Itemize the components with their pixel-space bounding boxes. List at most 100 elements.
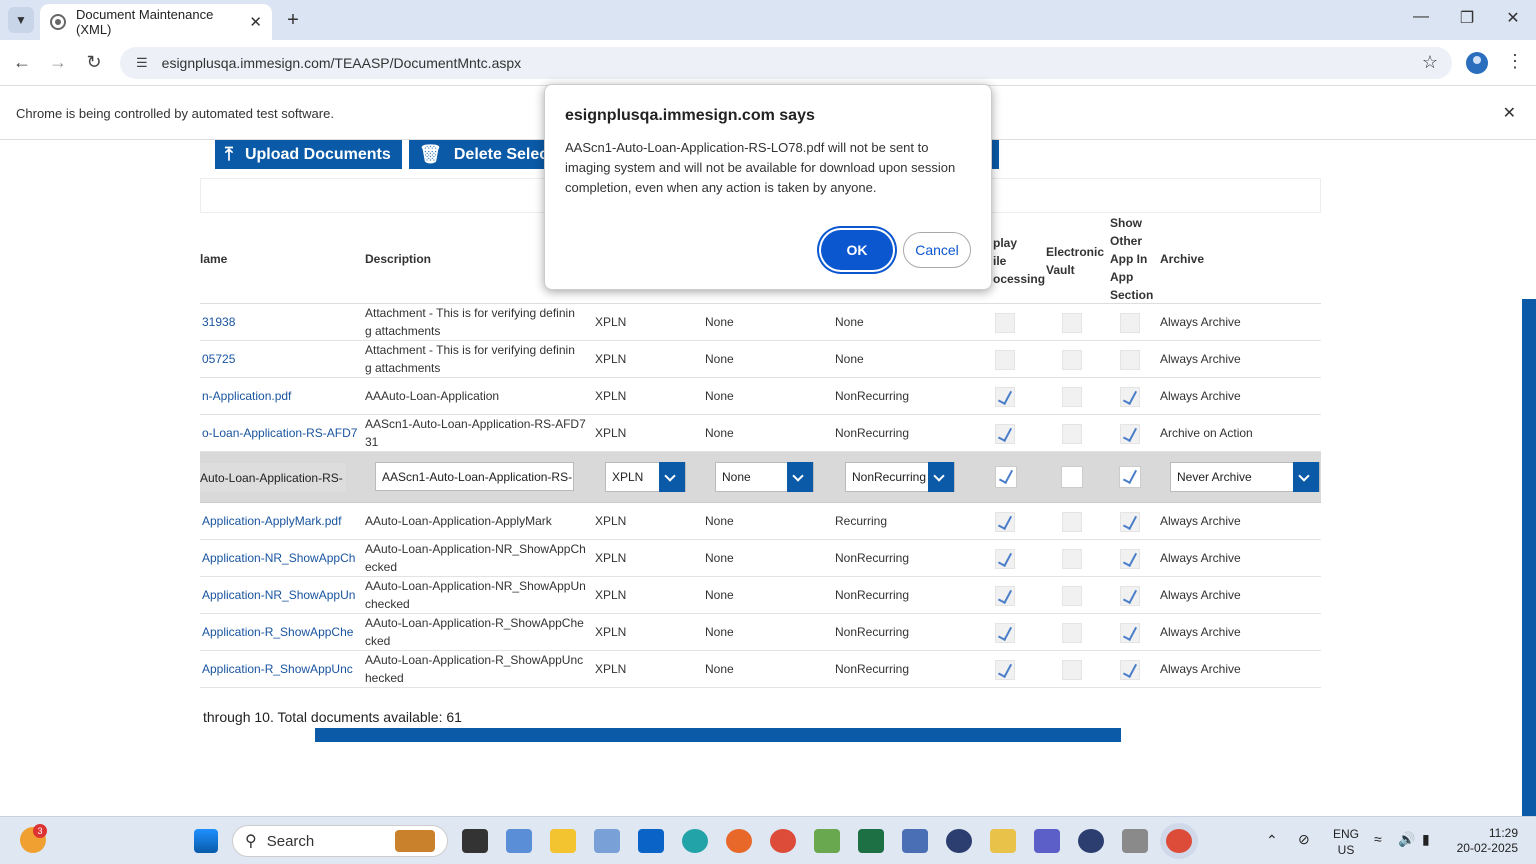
- horizontal-scrollbar[interactable]: [315, 728, 1121, 742]
- table-row[interactable]: Application-R_ShowAppUnc AAuto-Loan-Appli…: [200, 651, 1321, 688]
- vault-checkbox[interactable]: [1062, 660, 1082, 680]
- display-checkbox[interactable]: [995, 586, 1015, 606]
- vault-checkbox[interactable]: [1062, 623, 1082, 643]
- table-row[interactable]: Application-ApplyMark.pdf AAuto-Loan-Appl…: [200, 503, 1321, 540]
- clock[interactable]: 11:29 20-02-2025: [1452, 826, 1518, 856]
- vault-checkbox[interactable]: [1062, 350, 1082, 370]
- display-checkbox[interactable]: [995, 623, 1015, 643]
- header-electronic-vault[interactable]: Electronic Vault: [1046, 243, 1104, 279]
- show-app-checkbox[interactable]: [1119, 466, 1141, 488]
- table-row[interactable]: Application-R_ShowAppChe AAuto-Loan-Appli…: [200, 614, 1321, 651]
- display-checkbox[interactable]: [995, 387, 1015, 407]
- table-row[interactable]: 31938 Attachment - This is for verifying …: [200, 304, 1321, 341]
- chevron-down-icon[interactable]: [1293, 462, 1319, 492]
- vault-checkbox[interactable]: [1062, 313, 1082, 333]
- chevron-down-icon[interactable]: [928, 462, 954, 492]
- reload-button[interactable]: ↻: [82, 52, 106, 73]
- new-tab-button[interactable]: +: [280, 7, 306, 33]
- table-row[interactable]: Application-NR_ShowAppUn AAuto-Loan-Appli…: [200, 577, 1321, 614]
- close-tab-icon[interactable]: ✕: [249, 13, 262, 31]
- document-name-link[interactable]: Application-R_ShowAppChe: [202, 614, 358, 650]
- table-row[interactable]: 05725 Attachment - This is for verifying …: [200, 341, 1321, 378]
- wifi-icon[interactable]: ≈: [1374, 831, 1382, 847]
- show-app-checkbox[interactable]: [1120, 350, 1140, 370]
- display-checkbox[interactable]: [995, 660, 1015, 680]
- site-info-icon[interactable]: ☰: [136, 55, 148, 71]
- document-name-link[interactable]: Application-NR_ShowAppUn: [202, 577, 358, 613]
- show-app-checkbox[interactable]: [1120, 387, 1140, 407]
- app-icon[interactable]: [1122, 829, 1148, 853]
- header-show-other-app[interactable]: Show Other App In App Section: [1110, 214, 1153, 304]
- show-app-checkbox[interactable]: [1120, 512, 1140, 532]
- start-icon[interactable]: [194, 829, 218, 853]
- vault-checkbox[interactable]: [1062, 424, 1082, 444]
- battery-icon[interactable]: ▮: [1422, 831, 1430, 848]
- browser-tab[interactable]: Document Maintenance (XML) ✕: [40, 4, 272, 40]
- app-icon[interactable]: [814, 829, 840, 853]
- chevron-down-icon[interactable]: [787, 462, 813, 492]
- vault-checkbox[interactable]: [1062, 586, 1082, 606]
- tab-search-button[interactable]: ▼: [8, 7, 34, 33]
- address-bar[interactable]: ☰ esignplusqa.immesign.com/TEAASP/Docume…: [120, 47, 1452, 79]
- vault-checkbox[interactable]: [1062, 512, 1082, 532]
- recurring-select[interactable]: NonRecurring: [845, 462, 955, 492]
- display-checkbox[interactable]: [995, 313, 1015, 333]
- document-name-link[interactable]: o-Loan-Application-RS-AFD7: [202, 415, 358, 451]
- document-name-link[interactable]: 05725: [202, 341, 358, 377]
- header-display[interactable]: play ile ocessing: [993, 234, 1045, 288]
- group-select[interactable]: XPLN: [605, 462, 686, 492]
- show-app-checkbox[interactable]: [1120, 623, 1140, 643]
- upload-documents-button[interactable]: ⤒ Upload Documents: [215, 140, 402, 169]
- bookmark-star-icon[interactable]: ☆: [1422, 52, 1438, 73]
- table-row[interactable]: o-Loan-Application-RS-AFD7 AAScn1-Auto-Lo…: [200, 415, 1321, 452]
- table-row[interactable]: n-Application.pdf AAAuto-Loan-Application…: [200, 378, 1321, 415]
- ma-select[interactable]: None: [715, 462, 814, 492]
- chrome-icon[interactable]: [770, 829, 796, 853]
- show-app-checkbox[interactable]: [1120, 313, 1140, 333]
- cancel-button[interactable]: Cancel: [903, 232, 971, 268]
- document-name-link[interactable]: Application-R_ShowAppUnc: [202, 651, 358, 687]
- task-view-icon[interactable]: [462, 829, 488, 853]
- back-button[interactable]: ←: [10, 52, 34, 73]
- forward-button[interactable]: →: [46, 52, 70, 73]
- tools-icon[interactable]: [990, 829, 1016, 853]
- infobar-close-icon[interactable]: ✕: [1503, 103, 1516, 123]
- file-explorer-icon[interactable]: [550, 829, 576, 853]
- document-name-link[interactable]: n-Application.pdf: [202, 378, 358, 414]
- vault-checkbox[interactable]: [1062, 549, 1082, 569]
- restore-button[interactable]: ❐: [1452, 8, 1482, 28]
- vertical-scrollbar[interactable]: [1522, 299, 1536, 816]
- notepad-icon[interactable]: [902, 829, 928, 853]
- outlook-icon[interactable]: [638, 829, 664, 853]
- eclipse-icon[interactable]: [1078, 829, 1104, 853]
- edge-icon[interactable]: [682, 829, 708, 853]
- vault-checkbox[interactable]: [1061, 466, 1083, 488]
- profile-avatar[interactable]: [1466, 52, 1488, 74]
- chevron-down-icon[interactable]: [659, 462, 685, 492]
- document-name-link[interactable]: Application-NR_ShowAppCh: [202, 540, 358, 576]
- taskbar-search[interactable]: ⚲ Search: [232, 825, 448, 857]
- edit-description-input[interactable]: [375, 462, 574, 491]
- network-off-icon[interactable]: ⊘: [1298, 831, 1310, 848]
- eclipse-icon[interactable]: [946, 829, 972, 853]
- close-window-button[interactable]: ✕: [1498, 8, 1528, 28]
- display-checkbox[interactable]: [995, 350, 1015, 370]
- show-app-checkbox[interactable]: [1120, 424, 1140, 444]
- excel-icon[interactable]: [858, 829, 884, 853]
- vault-checkbox[interactable]: [1062, 387, 1082, 407]
- header-archive[interactable]: Archive: [1160, 252, 1204, 266]
- header-name[interactable]: lame: [200, 252, 227, 266]
- edit-name-field[interactable]: Auto-Loan-Application-RS-: [200, 463, 346, 492]
- volume-icon[interactable]: 🔊: [1398, 831, 1415, 848]
- ok-button[interactable]: OK: [821, 230, 893, 270]
- document-name-link[interactable]: 31938: [202, 304, 358, 340]
- mail-icon[interactable]: [594, 829, 620, 853]
- header-description[interactable]: Description: [365, 252, 431, 266]
- table-row[interactable]: Application-NR_ShowAppCh AAuto-Loan-Appli…: [200, 540, 1321, 577]
- firefox-icon[interactable]: [726, 829, 752, 853]
- show-app-checkbox[interactable]: [1120, 660, 1140, 680]
- chrome-active-icon[interactable]: [1166, 829, 1192, 853]
- archive-select[interactable]: Never Archive: [1170, 462, 1320, 492]
- display-checkbox[interactable]: [995, 512, 1015, 532]
- show-app-checkbox[interactable]: [1120, 549, 1140, 569]
